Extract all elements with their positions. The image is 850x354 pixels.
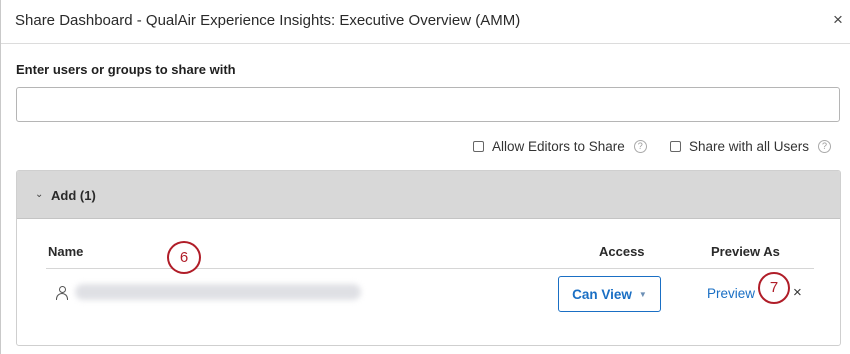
table-header-divider (46, 268, 814, 269)
access-dropdown-label: Can View (572, 286, 632, 302)
add-panel-header[interactable]: ⌄ Add (1) (17, 171, 840, 219)
chevron-down-icon: ▼ (638, 289, 647, 299)
access-dropdown-button[interactable]: Can View ▼ (558, 276, 661, 312)
allow-editors-option[interactable]: Allow Editors to Share ? (473, 138, 647, 154)
help-icon[interactable]: ? (818, 139, 832, 153)
chevron-down-icon[interactable]: ⌄ (35, 189, 43, 200)
column-header-preview-as: Preview As (711, 244, 780, 259)
callout-marker: 6 (167, 241, 201, 274)
share-input-label: Enter users or groups to share with (16, 62, 236, 77)
redacted-user-email (75, 284, 361, 300)
callout-marker: 7 (758, 272, 790, 304)
dialog-header: Share Dashboard - QualAir Experience Ins… (1, 0, 850, 44)
help-icon[interactable]: ? (633, 139, 647, 153)
preview-link[interactable]: Preview (707, 286, 755, 301)
share-all-users-checkbox[interactable] (670, 140, 681, 152)
add-panel: ⌄ Add (1) Name Access Preview As Can Vie… (16, 170, 841, 346)
column-header-access: Access (599, 244, 645, 259)
user-icon (56, 286, 68, 300)
dialog-title: Share Dashboard - QualAir Experience Ins… (15, 12, 521, 29)
remove-icon[interactable]: × (793, 284, 802, 301)
column-header-name: Name (48, 244, 84, 259)
users-groups-input[interactable] (16, 87, 840, 122)
add-panel-title: Add (1) (51, 188, 96, 203)
share-all-users-label: Share with all Users (689, 138, 810, 154)
allow-editors-label: Allow Editors to Share (492, 138, 625, 154)
close-icon[interactable]: × (829, 11, 847, 29)
share-all-users-option[interactable]: Share with all Users ? (670, 138, 832, 154)
share-dashboard-dialog: Share Dashboard - QualAir Experience Ins… (0, 0, 850, 354)
allow-editors-checkbox[interactable] (473, 140, 484, 152)
